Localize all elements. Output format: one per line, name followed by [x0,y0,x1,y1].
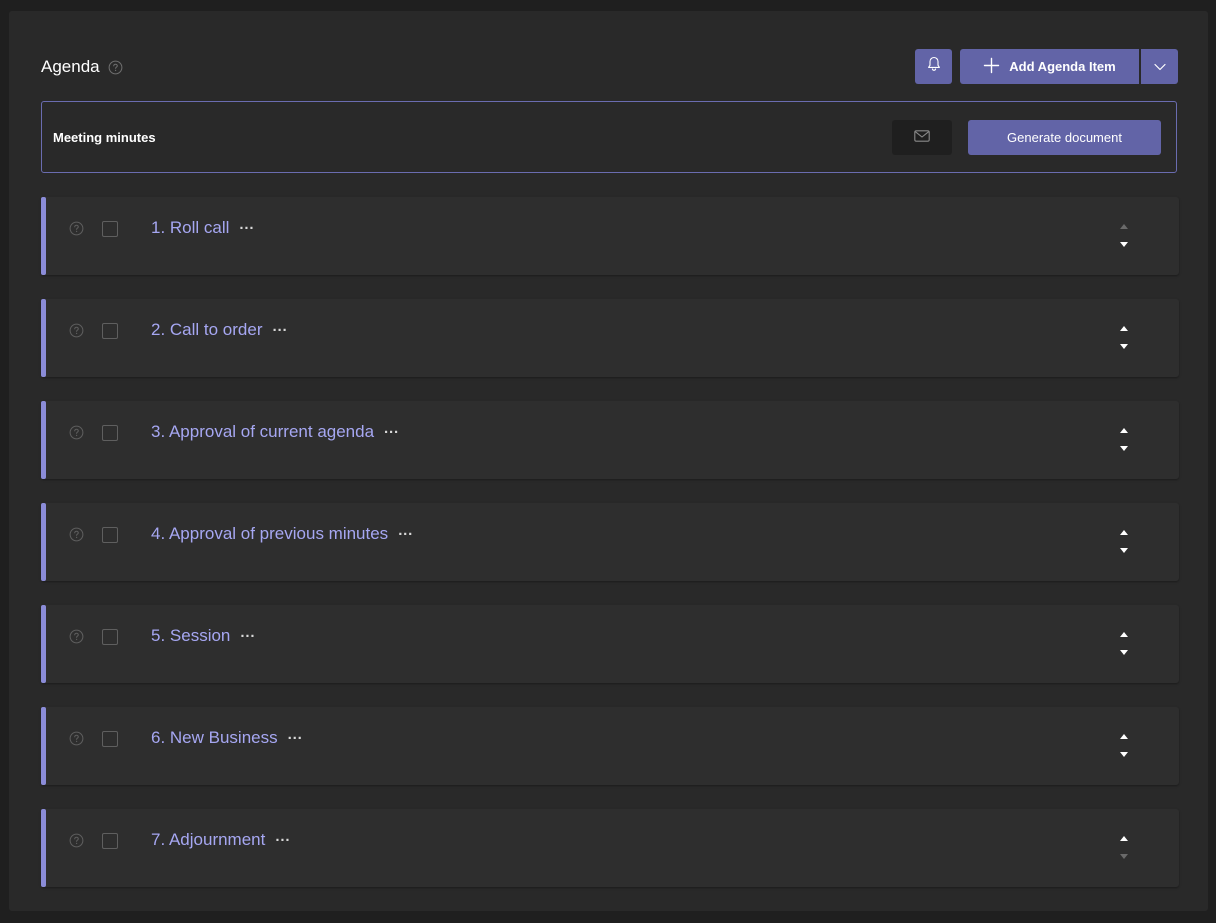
meeting-minutes-label: Meeting minutes [53,130,156,145]
move-up-icon[interactable] [1117,322,1131,334]
agenda-item-checkbox[interactable] [102,221,118,237]
help-icon[interactable] [108,60,123,75]
more-icon[interactable]: ··· [384,424,399,441]
chevron-down-icon [1153,58,1166,76]
agenda-item-title[interactable]: 5. Session ··· [151,626,255,646]
agenda-item-title[interactable]: 2. Call to order ··· [151,320,288,340]
agenda-item-checkbox[interactable] [102,629,118,645]
more-icon[interactable]: ··· [275,832,290,849]
agenda-item-label: 3. Approval of current agenda [151,422,375,441]
agenda-item[interactable]: 7. Adjournment ··· [41,809,1179,887]
agenda-item-accent-bar [41,605,46,683]
more-icon[interactable]: ··· [240,628,255,645]
move-up-icon[interactable] [1117,832,1131,844]
agenda-item-title[interactable]: 6. New Business ··· [151,728,303,748]
move-down-icon[interactable] [1117,544,1131,556]
agenda-item-checkbox[interactable] [102,323,118,339]
help-icon[interactable] [69,833,84,848]
add-agenda-item-label: Add Agenda Item [1009,59,1116,74]
more-icon[interactable]: ··· [398,526,413,543]
agenda-item-checkbox[interactable] [102,833,118,849]
move-up-icon[interactable] [1117,628,1131,640]
agenda-item-label: 5. Session [151,626,231,645]
move-down-icon[interactable] [1117,850,1131,862]
agenda-item-accent-bar [41,401,46,479]
agenda-panel: Agenda Add Agenda Item Meeting minutes G… [9,11,1208,911]
help-icon[interactable] [69,221,84,236]
notification-button[interactable] [915,49,952,84]
agenda-item-title[interactable]: 7. Adjournment ··· [151,830,290,850]
add-agenda-item-dropdown[interactable] [1141,49,1178,84]
agenda-item-checkbox[interactable] [102,425,118,441]
agenda-item-label: 2. Call to order [151,320,263,339]
reorder-controls [1117,625,1131,661]
move-up-icon[interactable] [1117,424,1131,436]
agenda-item-label: 1. Roll call [151,218,230,237]
move-down-icon[interactable] [1117,646,1131,658]
agenda-item-accent-bar [41,197,46,275]
help-icon[interactable] [69,425,84,440]
move-down-icon[interactable] [1117,442,1131,454]
more-icon[interactable]: ··· [239,220,254,237]
bell-icon [927,56,941,77]
reorder-controls [1117,829,1131,865]
agenda-item-list: 1. Roll call ··· 2. Call to order ··· 3. App… [41,197,1179,911]
plus-icon [983,57,1000,77]
reorder-controls [1117,421,1131,457]
reorder-controls [1117,727,1131,763]
agenda-item-label: 7. Adjournment [151,830,266,849]
agenda-item[interactable]: 5. Session ··· [41,605,1179,683]
reorder-controls [1117,217,1131,253]
meeting-minutes-card: Meeting minutes Generate document [41,101,1177,173]
reorder-controls [1117,523,1131,559]
help-icon[interactable] [69,731,84,746]
agenda-title-group: Agenda [41,57,123,77]
agenda-item[interactable]: 1. Roll call ··· [41,197,1179,275]
agenda-item[interactable]: 6. New Business ··· [41,707,1179,785]
mail-icon [914,129,930,147]
move-up-icon[interactable] [1117,526,1131,538]
move-down-icon[interactable] [1117,238,1131,250]
agenda-item-checkbox[interactable] [102,731,118,747]
help-icon[interactable] [69,323,84,338]
add-agenda-item-button[interactable]: Add Agenda Item [960,49,1139,84]
move-up-icon[interactable] [1117,730,1131,742]
agenda-item-label: 4. Approval of previous minutes [151,524,389,543]
agenda-item-title[interactable]: 1. Roll call ··· [151,218,254,238]
agenda-header: Agenda Add Agenda Item [41,49,1178,85]
agenda-item[interactable]: 4. Approval of previous minutes ··· [41,503,1179,581]
agenda-item-accent-bar [41,809,46,887]
page-title: Agenda [41,57,100,76]
more-icon[interactable]: ··· [288,730,303,747]
agenda-item-label: 6. New Business [151,728,278,747]
generate-document-button[interactable]: Generate document [968,120,1161,155]
agenda-item-title[interactable]: 4. Approval of previous minutes ··· [151,524,413,544]
help-icon[interactable] [69,527,84,542]
email-minutes-button[interactable] [892,120,952,155]
move-up-icon[interactable] [1117,220,1131,232]
agenda-item-accent-bar [41,503,46,581]
agenda-item-title[interactable]: 3. Approval of current agenda ··· [151,422,399,442]
more-icon[interactable]: ··· [273,322,288,339]
agenda-item[interactable]: 2. Call to order ··· [41,299,1179,377]
agenda-item-accent-bar [41,299,46,377]
help-icon[interactable] [69,629,84,644]
move-down-icon[interactable] [1117,748,1131,760]
reorder-controls [1117,319,1131,355]
agenda-item-checkbox[interactable] [102,527,118,543]
agenda-item[interactable]: 3. Approval of current agenda ··· [41,401,1179,479]
move-down-icon[interactable] [1117,340,1131,352]
agenda-item-accent-bar [41,707,46,785]
